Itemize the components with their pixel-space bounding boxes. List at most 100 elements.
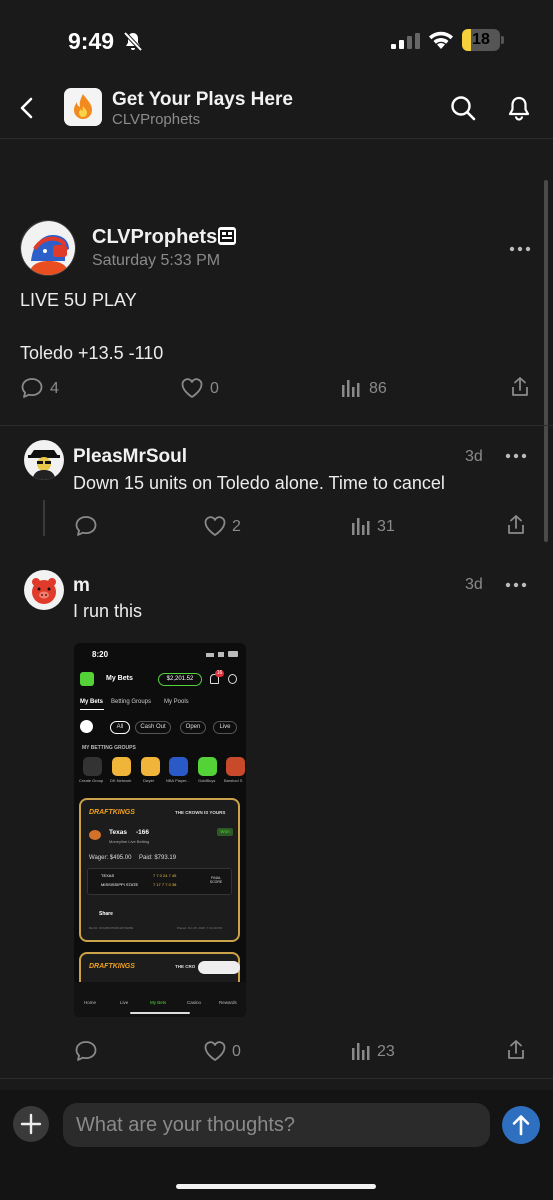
home-indicator (176, 1184, 376, 1189)
reply-author[interactable]: m (73, 575, 90, 597)
shot-group-icon (198, 757, 217, 776)
verified-badge-icon (218, 227, 236, 245)
reply-author[interactable]: PleasMrSoul (73, 446, 187, 468)
shot-nav-label: Casino (187, 1000, 202, 1005)
reply-share-icon[interactable] (506, 514, 526, 536)
shot-nav-label: Live (120, 1000, 129, 1005)
reply-view-count: 31 (377, 518, 395, 535)
views-chart-icon[interactable] (340, 377, 362, 399)
shot-filter-chip: Live (213, 721, 237, 734)
shot-team1: TEXAS (101, 873, 115, 878)
reply-views-chart-icon[interactable] (350, 515, 372, 537)
shot-bet-id: Bet ID: DK638697525126702882 (89, 926, 134, 930)
shot-group-icon (169, 757, 188, 776)
shot-filter-chip: Open (180, 721, 206, 734)
shot-bet-type: Moneyline Live Betting (109, 839, 150, 844)
shot-group-icon (83, 757, 102, 776)
post-line-2: Toledo +13.5 -110 (20, 343, 164, 363)
notifications-bell-icon[interactable] (507, 95, 531, 121)
shot-group-label: NBA Player... (166, 778, 190, 783)
reply-like-heart-icon[interactable] (203, 515, 227, 537)
comment-input[interactable]: What are your thoughts? (63, 1103, 490, 1147)
shot-tab-underline (80, 709, 104, 710)
header-divider (0, 138, 553, 139)
shot-title: My Bets (106, 675, 133, 682)
shot-filter-chip: All (110, 721, 130, 734)
send-button[interactable] (502, 1106, 540, 1144)
comment-count: 4 (50, 380, 59, 397)
post-line-1: LIVE 5U PLAY (20, 290, 137, 310)
shot-tab: My Pools (164, 699, 189, 705)
shot-tab: Betting Groups (111, 699, 152, 705)
feed-divider (0, 1078, 553, 1079)
shot-group-label: GoldBoys (198, 778, 216, 783)
reply-views-chart-icon[interactable] (350, 1040, 372, 1062)
cellular-signal-icon (391, 33, 421, 49)
shot-time: 8:20 (92, 650, 109, 659)
shot-wager: Wager: $495.00 (89, 855, 132, 861)
comment-icon[interactable] (20, 377, 44, 399)
shot-filter-icon (80, 720, 93, 733)
shot-crown-text: THE CROWN IS YOURS (175, 810, 226, 815)
back-button[interactable] (16, 96, 38, 120)
reply-text: I run this (73, 601, 143, 621)
post-divider (0, 425, 553, 426)
shot-bet-card: DRAFTKINGS THE CROWN IS YOURS Texas -166… (79, 798, 240, 942)
shot-final: FINAL SCORE (209, 876, 223, 884)
shot-nav-label: Rewards (219, 1000, 237, 1005)
reply-share-icon[interactable] (506, 1039, 526, 1061)
author-avatar[interactable] (20, 220, 76, 276)
reply-comment-icon[interactable] (74, 515, 98, 537)
shot-nav-label: Home (84, 1000, 97, 1005)
shot-balance: $2,201.52 (158, 673, 202, 686)
share-icon[interactable] (510, 376, 530, 398)
shot-score1: 7 7 0 24 7 45 (153, 873, 177, 878)
status-time: 9:49 (68, 28, 115, 54)
shot-group-label: DK Network (110, 778, 132, 783)
shot-won-badge: Won (217, 828, 233, 836)
dk-logo-icon (80, 672, 94, 686)
shot-group-icon (141, 757, 160, 776)
view-count: 86 (369, 380, 387, 397)
post-timestamp: Saturday 5:33 PM (92, 252, 221, 269)
reply-like-count: 0 (232, 1043, 241, 1060)
battery-icon: 18 (462, 29, 504, 51)
post-more-icon[interactable] (509, 246, 531, 252)
reply-like-count: 2 (232, 518, 241, 535)
reply-avatar[interactable] (24, 570, 64, 610)
reply-age: 3d (465, 576, 483, 593)
attached-screenshot[interactable]: 8:20 My Bets $2,201.52 16 My Bets Bettin… (74, 643, 246, 1017)
reply-comment-icon[interactable] (74, 1040, 98, 1062)
battery-level: 18 (472, 31, 490, 48)
shot-bottom-nav: Home Live My Bets Casino Rewards (74, 982, 246, 1017)
post-author[interactable]: CLVProphets (92, 226, 217, 249)
reply-more-icon[interactable] (505, 453, 527, 459)
shot-notif-count: 16 (215, 670, 224, 677)
shot-home-indicator (130, 1012, 190, 1014)
reply-text: Down 15 units on Toledo alone. Time to c… (73, 473, 445, 493)
scrollbar[interactable] (544, 180, 548, 542)
shot-groups-heading: MY BETTING GROUPS (82, 745, 136, 751)
search-icon[interactable] (450, 95, 476, 121)
shot-status-icons (206, 651, 238, 657)
shot-group-icon (112, 757, 131, 776)
shot-score2: 7 17 7 7 0 38 (153, 882, 177, 887)
reply-avatar[interactable] (24, 440, 64, 480)
shot-team-logo (89, 830, 101, 840)
shot-group-label: Barstool S (224, 778, 243, 783)
reply-like-heart-icon[interactable] (203, 1040, 227, 1062)
thread-line (43, 500, 45, 536)
page-title: Get Your Plays Here (112, 89, 293, 110)
reply-age: 3d (465, 448, 483, 465)
shot-placed: Placed: Oct 25, 2025, 7:34:40 PM (177, 926, 223, 930)
shot-crown-text-2: THE CRO (175, 964, 196, 969)
add-attachment-button[interactable] (13, 1106, 49, 1142)
reply-more-icon[interactable] (505, 582, 527, 588)
page-subtitle: CLVProphets (112, 111, 201, 128)
shot-group-label: Dwyer (143, 778, 155, 783)
shot-bet-team: Texas (109, 829, 127, 836)
wifi-icon (427, 30, 455, 50)
like-heart-icon[interactable] (180, 377, 204, 399)
shot-filter-chip: Cash Out (135, 721, 171, 734)
community-fire-icon[interactable] (64, 88, 102, 126)
